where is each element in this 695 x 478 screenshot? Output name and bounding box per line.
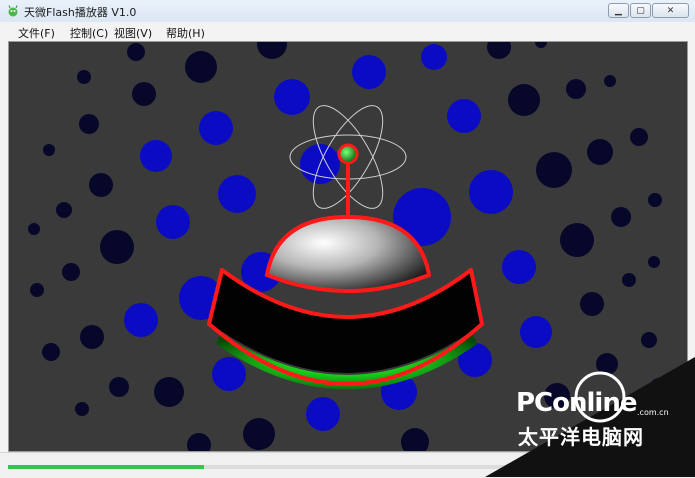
blue-dot — [306, 397, 340, 431]
blue-dot — [156, 205, 190, 239]
dark-dot — [580, 292, 604, 316]
playback-progress-fill — [8, 465, 204, 469]
dark-dot — [30, 283, 44, 297]
dark-dot — [648, 193, 662, 207]
minimize-button[interactable]: ▁ — [608, 3, 629, 18]
dark-dot — [508, 84, 540, 116]
menu-file[interactable]: 文件(F) — [18, 25, 55, 41]
blue-dot — [274, 79, 310, 115]
blue-dot — [352, 55, 386, 89]
close-icon: ✕ — [666, 5, 675, 16]
dark-dot — [100, 230, 134, 264]
dark-dot — [154, 377, 184, 407]
dark-dot — [42, 343, 60, 361]
antenna-bulb — [337, 143, 359, 165]
dark-dot — [62, 263, 80, 281]
blue-dot — [212, 357, 246, 391]
dark-dot — [56, 202, 72, 218]
dark-dot — [43, 144, 55, 156]
blue-dot — [421, 44, 447, 70]
watermark-brand: PConline — [516, 388, 637, 418]
menu-bar: 文件(F) 控制(C) 视图(V) 帮助(H) — [0, 22, 695, 41]
close-button[interactable]: ✕ — [652, 3, 689, 18]
dark-dot — [89, 173, 113, 197]
menu-view[interactable]: 视图(V) — [114, 25, 152, 41]
dark-dot — [80, 325, 104, 349]
menu-control[interactable]: 控制(C) — [70, 25, 108, 41]
playback-progress[interactable] — [8, 465, 568, 469]
window-title: 天微Flash播放器 V1.0 — [24, 6, 137, 19]
dark-dot — [622, 273, 636, 287]
app-icon — [8, 5, 18, 17]
dark-dot — [611, 207, 631, 227]
dark-dot — [566, 79, 586, 99]
title-bar[interactable]: 天微Flash播放器 V1.0 ▁ ▢ ✕ — [0, 0, 695, 23]
blue-dot — [520, 316, 552, 348]
blue-dot — [447, 99, 481, 133]
dark-dot — [648, 256, 660, 268]
dark-dot — [243, 418, 275, 450]
dark-dot — [75, 402, 89, 416]
dark-dot — [641, 332, 657, 348]
dark-dot — [77, 70, 91, 84]
dark-dot — [630, 128, 648, 146]
blue-dot — [469, 170, 513, 214]
dark-dot — [185, 51, 217, 83]
dark-dot — [536, 152, 572, 188]
dark-dot — [109, 377, 129, 397]
window-controls: ▁ ▢ ✕ — [608, 3, 689, 18]
blue-dot — [502, 250, 536, 284]
watermark-domain: .com.cn — [637, 408, 669, 417]
dark-dot — [79, 114, 99, 134]
maximize-button[interactable]: ▢ — [630, 3, 651, 18]
blue-dot — [124, 303, 158, 337]
dark-dot — [127, 43, 145, 61]
dark-dot — [604, 75, 616, 87]
blue-dot — [199, 111, 233, 145]
menu-help[interactable]: 帮助(H) — [166, 25, 205, 41]
minimize-icon: ▁ — [615, 5, 622, 16]
blue-dot — [140, 140, 172, 172]
watermark-tagline: 太平洋电脑网 — [518, 425, 644, 449]
maximize-icon: ▢ — [636, 5, 645, 16]
blue-dot — [218, 175, 256, 213]
dark-dot — [560, 223, 594, 257]
dark-dot — [587, 139, 613, 165]
dark-dot — [28, 223, 40, 235]
dark-dot — [132, 82, 156, 106]
